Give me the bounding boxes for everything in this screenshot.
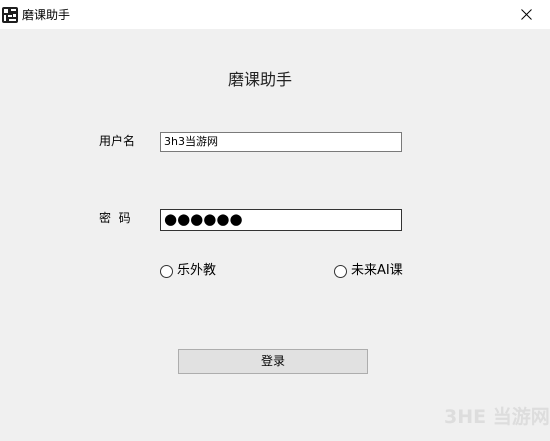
radio-option-label: 未来AI课 xyxy=(351,263,403,278)
password-label: 密 码 xyxy=(99,211,131,225)
radio-button-circle[interactable] xyxy=(160,265,173,278)
radio-option-label: 乐外教 xyxy=(177,263,217,278)
password-input[interactable]: ●●●●●● xyxy=(160,209,402,231)
window-titlebar: 磨课助手 xyxy=(0,0,550,29)
close-button[interactable] xyxy=(504,0,550,29)
radio-button-circle[interactable] xyxy=(334,265,347,278)
watermark-logo: 3HE 当游网 xyxy=(444,406,550,428)
username-input[interactable]: 3h3当游网 xyxy=(160,132,402,152)
username-label: 用户名 xyxy=(99,134,136,148)
close-icon xyxy=(521,9,532,20)
app-logo-icon xyxy=(2,7,18,23)
page-title: 磨课助手 xyxy=(227,70,292,89)
window-title: 磨课助手 xyxy=(22,8,71,22)
login-button[interactable]: 登录 xyxy=(178,349,368,374)
